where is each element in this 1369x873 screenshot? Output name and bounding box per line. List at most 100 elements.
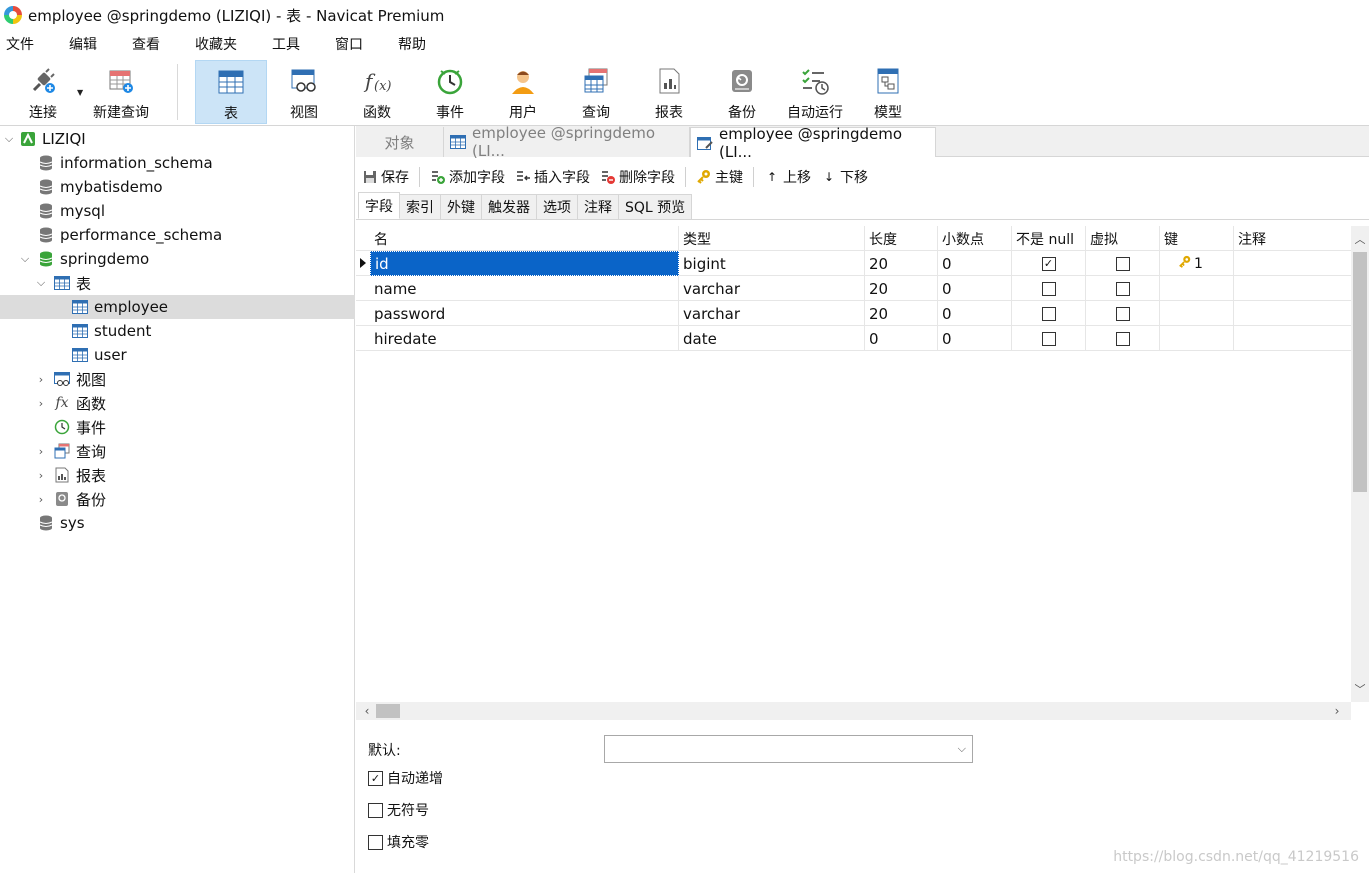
virtual-checkbox[interactable] (1115, 281, 1130, 296)
delete-field-button[interactable]: 删除字段 (600, 167, 675, 187)
chevron-right-icon[interactable]: › (34, 469, 48, 482)
table-row[interactable]: password varchar 20 0 (356, 301, 1351, 326)
event-button[interactable]: 事件 (416, 60, 484, 124)
menu-help[interactable]: 帮助 (392, 34, 426, 54)
user-button[interactable]: 用户 (489, 60, 557, 124)
key-cell[interactable] (1160, 301, 1234, 326)
tree-connection-liziqi[interactable]: ⌵ LIZIQI (0, 127, 355, 151)
field-type-cell[interactable]: varchar (679, 276, 865, 301)
virtual-checkbox[interactable] (1115, 256, 1130, 271)
field-type-cell[interactable]: date (679, 326, 865, 351)
menu-file[interactable]: 文件 (0, 34, 34, 54)
field-length-cell[interactable]: 20 (865, 301, 938, 326)
backup-button[interactable]: 备份 (708, 60, 776, 124)
virtual-checkbox[interactable] (1115, 306, 1130, 321)
auto-increment-checkbox[interactable]: ✓ 自动递增 (368, 768, 443, 788)
field-type-cell[interactable]: bigint (679, 251, 865, 276)
tree-db-mysql[interactable]: mysql (0, 199, 355, 223)
tree-table-student[interactable]: student (0, 319, 355, 343)
table-row[interactable]: id bigint 20 0 ✓ 1 (356, 251, 1351, 276)
report-button[interactable]: 报表 (635, 60, 703, 124)
subtab-sql-preview[interactable]: SQL 预览 (619, 194, 693, 219)
column-header-virtual[interactable]: 虚拟 (1086, 226, 1160, 251)
column-header-length[interactable]: 长度 (865, 226, 938, 251)
tree-db-springdemo[interactable]: ⌵ springdemo (0, 247, 355, 271)
subtab-comments[interactable]: 注释 (578, 194, 619, 219)
horizontal-scrollbar[interactable]: ‹ › (356, 702, 1351, 720)
chevron-right-icon[interactable]: › (34, 397, 48, 410)
default-value-select[interactable]: ⌵ (604, 735, 973, 763)
tab-objects[interactable]: 对象 (356, 127, 444, 157)
insert-field-button[interactable]: 插入字段 (515, 167, 590, 187)
scroll-up-icon[interactable]: ︿ (1351, 230, 1369, 248)
column-header-type[interactable]: 类型 (679, 226, 865, 251)
view-button[interactable]: 视图 (270, 60, 338, 124)
field-comment-cell[interactable] (1234, 326, 1351, 351)
chevron-right-icon[interactable]: › (34, 445, 48, 458)
save-button[interactable]: 保存 (362, 167, 409, 187)
automation-button[interactable]: 自动运行 (782, 60, 848, 124)
virtual-checkbox[interactable] (1115, 331, 1130, 346)
subtab-fields[interactable]: 字段 (358, 192, 400, 219)
tree-group-backups[interactable]: › 备份 (0, 487, 355, 511)
field-comment-cell[interactable] (1234, 251, 1351, 276)
chevron-down-icon[interactable]: ⌵ (34, 276, 48, 290)
field-decimals-cell[interactable]: 0 (938, 326, 1012, 351)
subtab-indexes[interactable]: 索引 (400, 194, 441, 219)
not-null-checkbox[interactable] (1041, 331, 1056, 346)
tree-db-mybatisdemo[interactable]: mybatisdemo (0, 175, 355, 199)
field-decimals-cell[interactable]: 0 (938, 276, 1012, 301)
field-comment-cell[interactable] (1234, 301, 1351, 326)
menu-window[interactable]: 窗口 (329, 34, 363, 54)
field-type-cell[interactable]: varchar (679, 301, 865, 326)
subtab-foreign-keys[interactable]: 外键 (441, 194, 482, 219)
column-header-name[interactable]: 名 (370, 226, 679, 251)
not-null-checkbox[interactable]: ✓ (1041, 256, 1056, 271)
table-row[interactable]: name varchar 20 0 (356, 276, 1351, 301)
field-decimals-cell[interactable]: 0 (938, 301, 1012, 326)
table-row[interactable]: hiredate date 0 0 (356, 326, 1351, 351)
tree-group-views[interactable]: › 视图 (0, 367, 355, 391)
model-button[interactable]: 模型 (854, 60, 922, 124)
scrollbar-thumb[interactable] (376, 704, 400, 718)
chevron-right-icon[interactable]: › (34, 373, 48, 386)
tree-db-information-schema[interactable]: information_schema (0, 151, 355, 175)
tab-employee-design[interactable]: employee @springdemo (LI... (690, 125, 936, 161)
field-name-cell[interactable]: hiredate (370, 326, 679, 351)
chevron-down-icon[interactable]: ⌵ (18, 252, 32, 266)
scroll-down-icon[interactable]: ﹀ (1351, 680, 1369, 698)
tree-group-reports[interactable]: › 报表 (0, 463, 355, 487)
field-name-cell[interactable]: id (370, 251, 679, 276)
tree-group-events[interactable]: 事件 (0, 415, 355, 439)
tree-table-user[interactable]: user (0, 343, 355, 367)
tree-db-sys[interactable]: sys (0, 511, 355, 535)
key-cell[interactable] (1160, 326, 1234, 351)
primary-key-button[interactable]: 主键 (696, 167, 743, 187)
key-cell[interactable]: 1 (1160, 251, 1234, 276)
connect-button[interactable]: 连接 (14, 60, 72, 124)
menu-view[interactable]: 查看 (126, 34, 160, 54)
field-length-cell[interactable]: 20 (865, 251, 938, 276)
column-header-not-null[interactable]: 不是 null (1012, 226, 1086, 251)
vertical-scrollbar[interactable]: ︿ ﹀ (1351, 226, 1369, 702)
connect-dropdown-icon[interactable]: ▼ (77, 88, 83, 97)
function-button[interactable]: f (x) 函数 (343, 60, 411, 124)
scroll-left-icon[interactable]: ‹ (358, 702, 376, 720)
tree-group-functions[interactable]: › fx 函数 (0, 391, 355, 415)
subtab-options[interactable]: 选项 (537, 194, 578, 219)
tab-employee-data[interactable]: employee @springdemo (LI... (444, 124, 690, 160)
chevron-right-icon[interactable]: › (34, 493, 48, 506)
new-query-button[interactable]: 新建查询 (88, 60, 154, 124)
column-header-decimals[interactable]: 小数点 (938, 226, 1012, 251)
field-name-cell[interactable]: password (370, 301, 679, 326)
field-comment-cell[interactable] (1234, 276, 1351, 301)
key-cell[interactable] (1160, 276, 1234, 301)
scroll-right-icon[interactable]: › (1328, 702, 1346, 720)
move-down-button[interactable]: ↓ 下移 (821, 167, 868, 187)
zerofill-checkbox[interactable]: 填充零 (368, 832, 429, 852)
menu-edit[interactable]: 编辑 (63, 34, 97, 54)
unsigned-checkbox[interactable]: 无符号 (368, 800, 429, 820)
tree-group-queries[interactable]: › 查询 (0, 439, 355, 463)
field-length-cell[interactable]: 20 (865, 276, 938, 301)
menu-favorites[interactable]: 收藏夹 (189, 34, 237, 54)
